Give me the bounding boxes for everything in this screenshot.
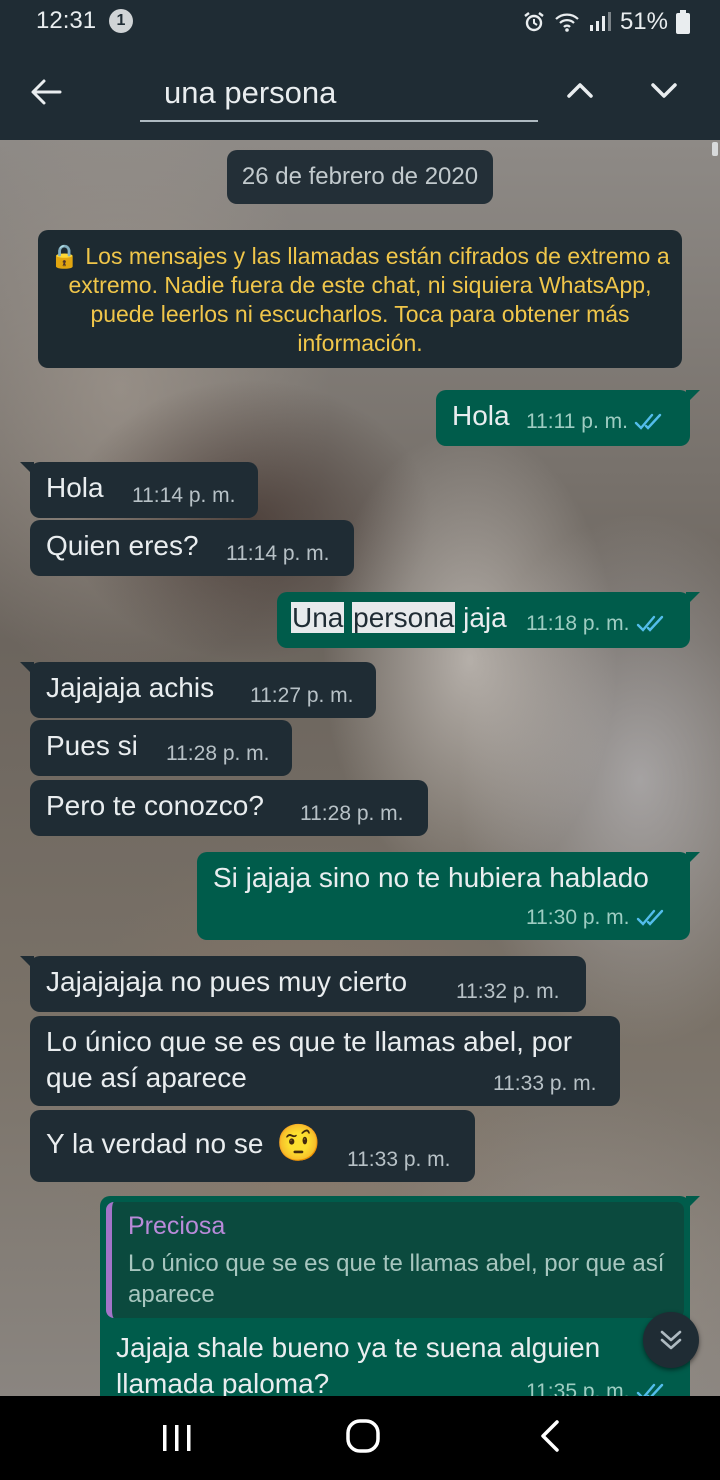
- message-text: Si jajaja sino no te hubiera hablado: [213, 862, 649, 893]
- notification-badge: 1: [109, 9, 133, 33]
- chevron-up-icon[interactable]: [560, 70, 600, 110]
- message-time: 11:28 p. m.: [166, 742, 270, 765]
- back-arrow-icon[interactable]: [26, 72, 66, 112]
- bubble-tail: [686, 852, 700, 866]
- bubble-tail: [20, 462, 34, 476]
- message-text: Jajajajaja no pues muy cierto: [46, 966, 408, 997]
- date-chip: 26 de febrero de 2020: [227, 150, 493, 204]
- message-time: 11:32 p. m.: [456, 980, 560, 1003]
- message-meta: 11:27 p. m.: [250, 684, 354, 708]
- message-bubble[interactable]: Hola 11:11 p. m.: [436, 390, 700, 446]
- search-match: persona: [352, 602, 456, 633]
- search-bar: [0, 42, 720, 140]
- bubble-tail: [686, 592, 700, 606]
- scroll-down-icon: [660, 1330, 682, 1350]
- battery-percent: 51%: [619, 8, 668, 35]
- double-check-icon: [636, 1383, 663, 1396]
- system-nav-bar: [0, 1396, 720, 1480]
- message-text-line1: Lo único que se es que te llamas abel, p…: [46, 1026, 573, 1057]
- message-text-line1: Jajaja shale bueno ya te suena alguien: [116, 1332, 601, 1363]
- message-time: 11:11 p. m.: [526, 410, 628, 433]
- chat-area[interactable]: 26 de febrero de 2020 🔒 Los mensajes y l…: [0, 140, 720, 1396]
- message-text-line2: llamada paloma?: [116, 1368, 330, 1396]
- message-bubble[interactable]: Y la verdad no se 🤨 11:33 p. m.: [30, 1110, 475, 1182]
- message-time: 11:14 p. m.: [132, 484, 236, 507]
- home-icon[interactable]: [345, 1418, 381, 1454]
- message-text: Quien eres?: [46, 530, 199, 561]
- double-check-icon: [634, 413, 662, 430]
- message-bubble[interactable]: Preciosa Lo único que se es que te llama…: [100, 1196, 700, 1396]
- quoted-text: Lo único que se es que te llamas abel, p…: [128, 1250, 665, 1308]
- message-meta: 11:33 p. m.: [347, 1148, 451, 1172]
- quoted-sender: Preciosa: [128, 1212, 226, 1240]
- message-meta: 11:32 p. m.: [456, 980, 560, 1004]
- status-time: 12:31: [36, 7, 97, 34]
- message-time: 11:28 p. m.: [300, 802, 404, 825]
- message-bubble[interactable]: Pues si 11:28 p. m.: [30, 720, 292, 776]
- message-bubble[interactable]: Jajajajaja no pues muy cierto 11:32 p. m…: [20, 956, 586, 1012]
- search-input[interactable]: [140, 66, 538, 120]
- signal-icon: [589, 12, 611, 31]
- message-time: 11:18 p. m.: [526, 612, 630, 635]
- message-bubble[interactable]: Quien eres? 11:14 p. m.: [30, 520, 354, 576]
- message-meta: 11:30 p. m.: [526, 906, 666, 930]
- recent-apps-icon[interactable]: [160, 1422, 194, 1454]
- message-text: Hola: [452, 400, 510, 431]
- message-meta: 11:11 p. m.: [526, 410, 664, 434]
- message-text: Jajajaja achis: [46, 672, 215, 703]
- nav-back-icon[interactable]: [535, 1418, 565, 1454]
- message-bubble[interactable]: Lo único que se es que te llamas abel, p…: [30, 1016, 620, 1106]
- message-text: Hola: [46, 472, 104, 503]
- message-time: 11:27 p. m.: [250, 684, 354, 707]
- bubble-tail: [686, 1196, 700, 1210]
- double-check-icon: [636, 615, 663, 632]
- bubble-tail: [20, 662, 34, 676]
- message-bubble[interactable]: Hola 11:14 p. m.: [20, 462, 258, 518]
- message-meta: 11:14 p. m.: [226, 542, 330, 566]
- message-time: 11:33 p. m.: [347, 1148, 451, 1171]
- message-meta: 11:14 p. m.: [132, 484, 236, 508]
- message-meta: 11:33 p. m.: [493, 1072, 597, 1096]
- message-time: 11:14 p. m.: [226, 542, 330, 565]
- encryption-notice[interactable]: 🔒 Los mensajes y las llamadas están cifr…: [38, 230, 682, 368]
- bubble-tail: [20, 956, 34, 970]
- search-field[interactable]: [140, 66, 538, 122]
- message-text-rest: jaja: [463, 602, 507, 633]
- message-bubble[interactable]: Pero te conozco? 11:28 p. m.: [30, 780, 428, 836]
- bubble-tail: [686, 390, 700, 404]
- wifi-icon: [555, 13, 579, 32]
- message-meta: 11:35 p. m.: [526, 1380, 666, 1396]
- status-bar: 12:31 1 51%: [0, 0, 720, 42]
- message-meta: 11:28 p. m.: [166, 742, 270, 766]
- message-time: 11:35 p. m.: [526, 1380, 630, 1396]
- chevron-down-icon[interactable]: [644, 70, 684, 110]
- message-bubble[interactable]: Jajajaja achis 11:27 p. m.: [20, 662, 376, 718]
- message-meta: 11:18 p. m.: [526, 612, 666, 636]
- message-time: 11:30 p. m.: [526, 906, 630, 929]
- message-time: 11:33 p. m.: [493, 1072, 597, 1095]
- double-check-icon: [636, 909, 663, 926]
- alarm-icon: [524, 12, 544, 32]
- thinking-emoji-icon: 🤨: [276, 1122, 321, 1163]
- message-text: Una persona jaja: [291, 602, 507, 634]
- quoted-message[interactable]: Preciosa Lo único que se es que te llama…: [106, 1202, 684, 1318]
- message-bubble[interactable]: Si jajaja sino no te hubiera hablado 11:…: [197, 852, 700, 940]
- message-bubble[interactable]: Una persona jaja 11:18 p. m.: [277, 592, 700, 648]
- scroll-to-bottom-button[interactable]: [643, 1312, 699, 1368]
- battery-icon: [676, 10, 690, 34]
- message-text-line2: que así aparece: [46, 1062, 247, 1093]
- message-text: Pero te conozco?: [46, 790, 264, 821]
- scrollbar[interactable]: [712, 142, 718, 156]
- message-text: Pues si: [46, 730, 138, 761]
- message-text: Y la verdad no se: [46, 1128, 264, 1159]
- search-match: Una: [291, 602, 345, 633]
- message-meta: 11:28 p. m.: [300, 802, 404, 826]
- status-icons: 51%: [522, 8, 690, 36]
